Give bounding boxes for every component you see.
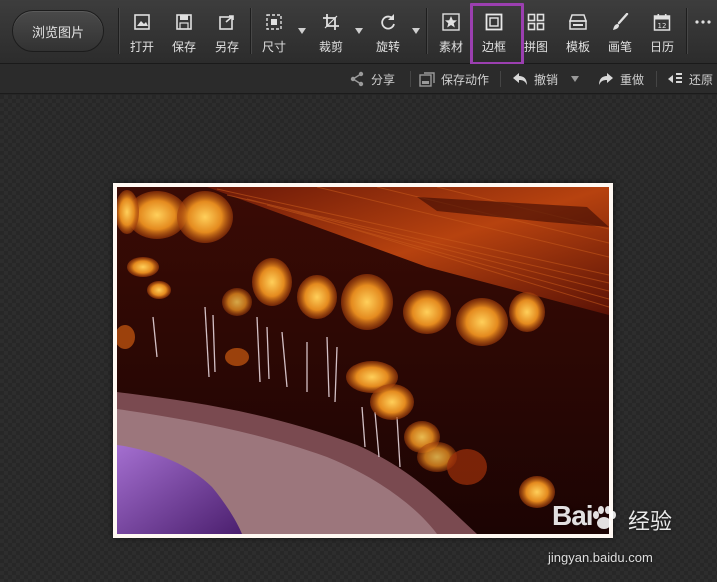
save-icon [174,12,194,32]
size-button[interactable]: 尺寸 [254,8,294,56]
restore-label: 还原 [689,72,714,87]
open-label: 打开 [129,40,154,54]
border-frame-icon [484,12,504,32]
chevron-down-icon [571,76,579,82]
redo-label: 重做 [620,72,645,87]
redo-icon [599,73,613,85]
image-open-icon [132,12,152,32]
share-icon [350,71,364,87]
open-button[interactable]: 打开 [122,8,162,56]
template-button[interactable]: 模板 [558,8,598,56]
redo-button[interactable]: 重做 [598,64,644,94]
brush-icon [610,12,630,32]
template-label: 模板 [565,40,590,54]
autumn-landscape-photo [117,187,609,534]
jingyan-label: 经验 [628,510,673,535]
save-as-label: 另存 [214,40,239,54]
rotate-button[interactable]: 旋转 [368,8,408,56]
calendar-icon: 12 [652,12,672,32]
more-dots-icon [693,12,713,32]
undo-dropdown-arrow[interactable] [571,64,579,94]
watermark-url: jingyan.baidu.com [548,550,653,565]
rotate-dropdown-arrow[interactable] [411,26,421,36]
star-icon [441,12,461,32]
size-dropdown-arrow[interactable] [297,26,307,36]
action-divider [410,71,411,87]
border-button[interactable]: 边框 [470,3,524,65]
restore-button[interactable]: 还原 [667,64,713,94]
save-button[interactable]: 保存 [164,8,204,56]
undo-icon [513,73,527,85]
rotate-icon [378,12,398,32]
share-label: 分享 [371,72,396,87]
save-action-label: 保存动作 [441,72,490,87]
template-icon [568,12,588,32]
action-divider [500,71,501,87]
collage-button[interactable]: 拼图 [516,8,556,56]
brush-label: 画笔 [607,40,632,54]
baidu-jingyan-watermark: Bai 经验 jingyan.baidu.com [548,500,713,574]
share-button[interactable]: 分享 [349,64,395,94]
brush-button[interactable]: 画笔 [600,8,640,56]
action-divider [656,71,657,87]
toolbar-divider [250,8,251,54]
save-as-button[interactable]: 另存 [207,8,247,56]
calendar-label: 日历 [649,40,674,54]
material-label: 素材 [438,40,463,54]
collage-label: 拼图 [523,40,548,54]
material-button[interactable]: 素材 [431,8,471,56]
resize-icon [264,12,284,32]
chevron-down-icon [412,28,420,34]
rotate-label: 旋转 [375,40,400,54]
undo-button[interactable]: 撤销 [512,64,558,94]
toolbar-divider [686,8,687,54]
save-action-button[interactable]: 保存动作 [419,64,489,94]
save-label: 保存 [171,40,196,54]
save-as-icon [217,12,237,32]
crop-label: 裁剪 [318,40,343,54]
toolbar-divider [426,8,427,54]
more-button[interactable] [690,8,716,56]
calendar-button[interactable]: 12 日历 [642,8,682,56]
baidu-logo-text: Bai [552,500,594,531]
browse-images-button[interactable]: 浏览图片 [12,10,104,52]
chevron-down-icon [355,28,363,34]
main-toolbar: 浏览图片 打开 保存 另存 尺寸 裁剪 旋转 素材 边框 拼图 模板 画笔 12… [0,0,717,65]
crop-button[interactable]: 裁剪 [311,8,351,56]
chevron-down-icon [298,28,306,34]
calendar-day-number: 12 [658,22,667,30]
undo-label: 撤销 [534,72,559,87]
crop-icon [321,12,341,32]
save-action-icon [419,72,435,87]
action-bar: 分享 保存动作 撤销 重做 还原 [0,64,717,94]
grid-icon [526,12,546,32]
crop-dropdown-arrow[interactable] [354,26,364,36]
border-label: 边框 [481,40,506,54]
size-label: 尺寸 [261,40,286,54]
paw-icon [593,506,616,529]
toolbar-divider [118,8,119,54]
restore-icon [668,73,682,83]
photo-with-border[interactable] [113,183,613,538]
